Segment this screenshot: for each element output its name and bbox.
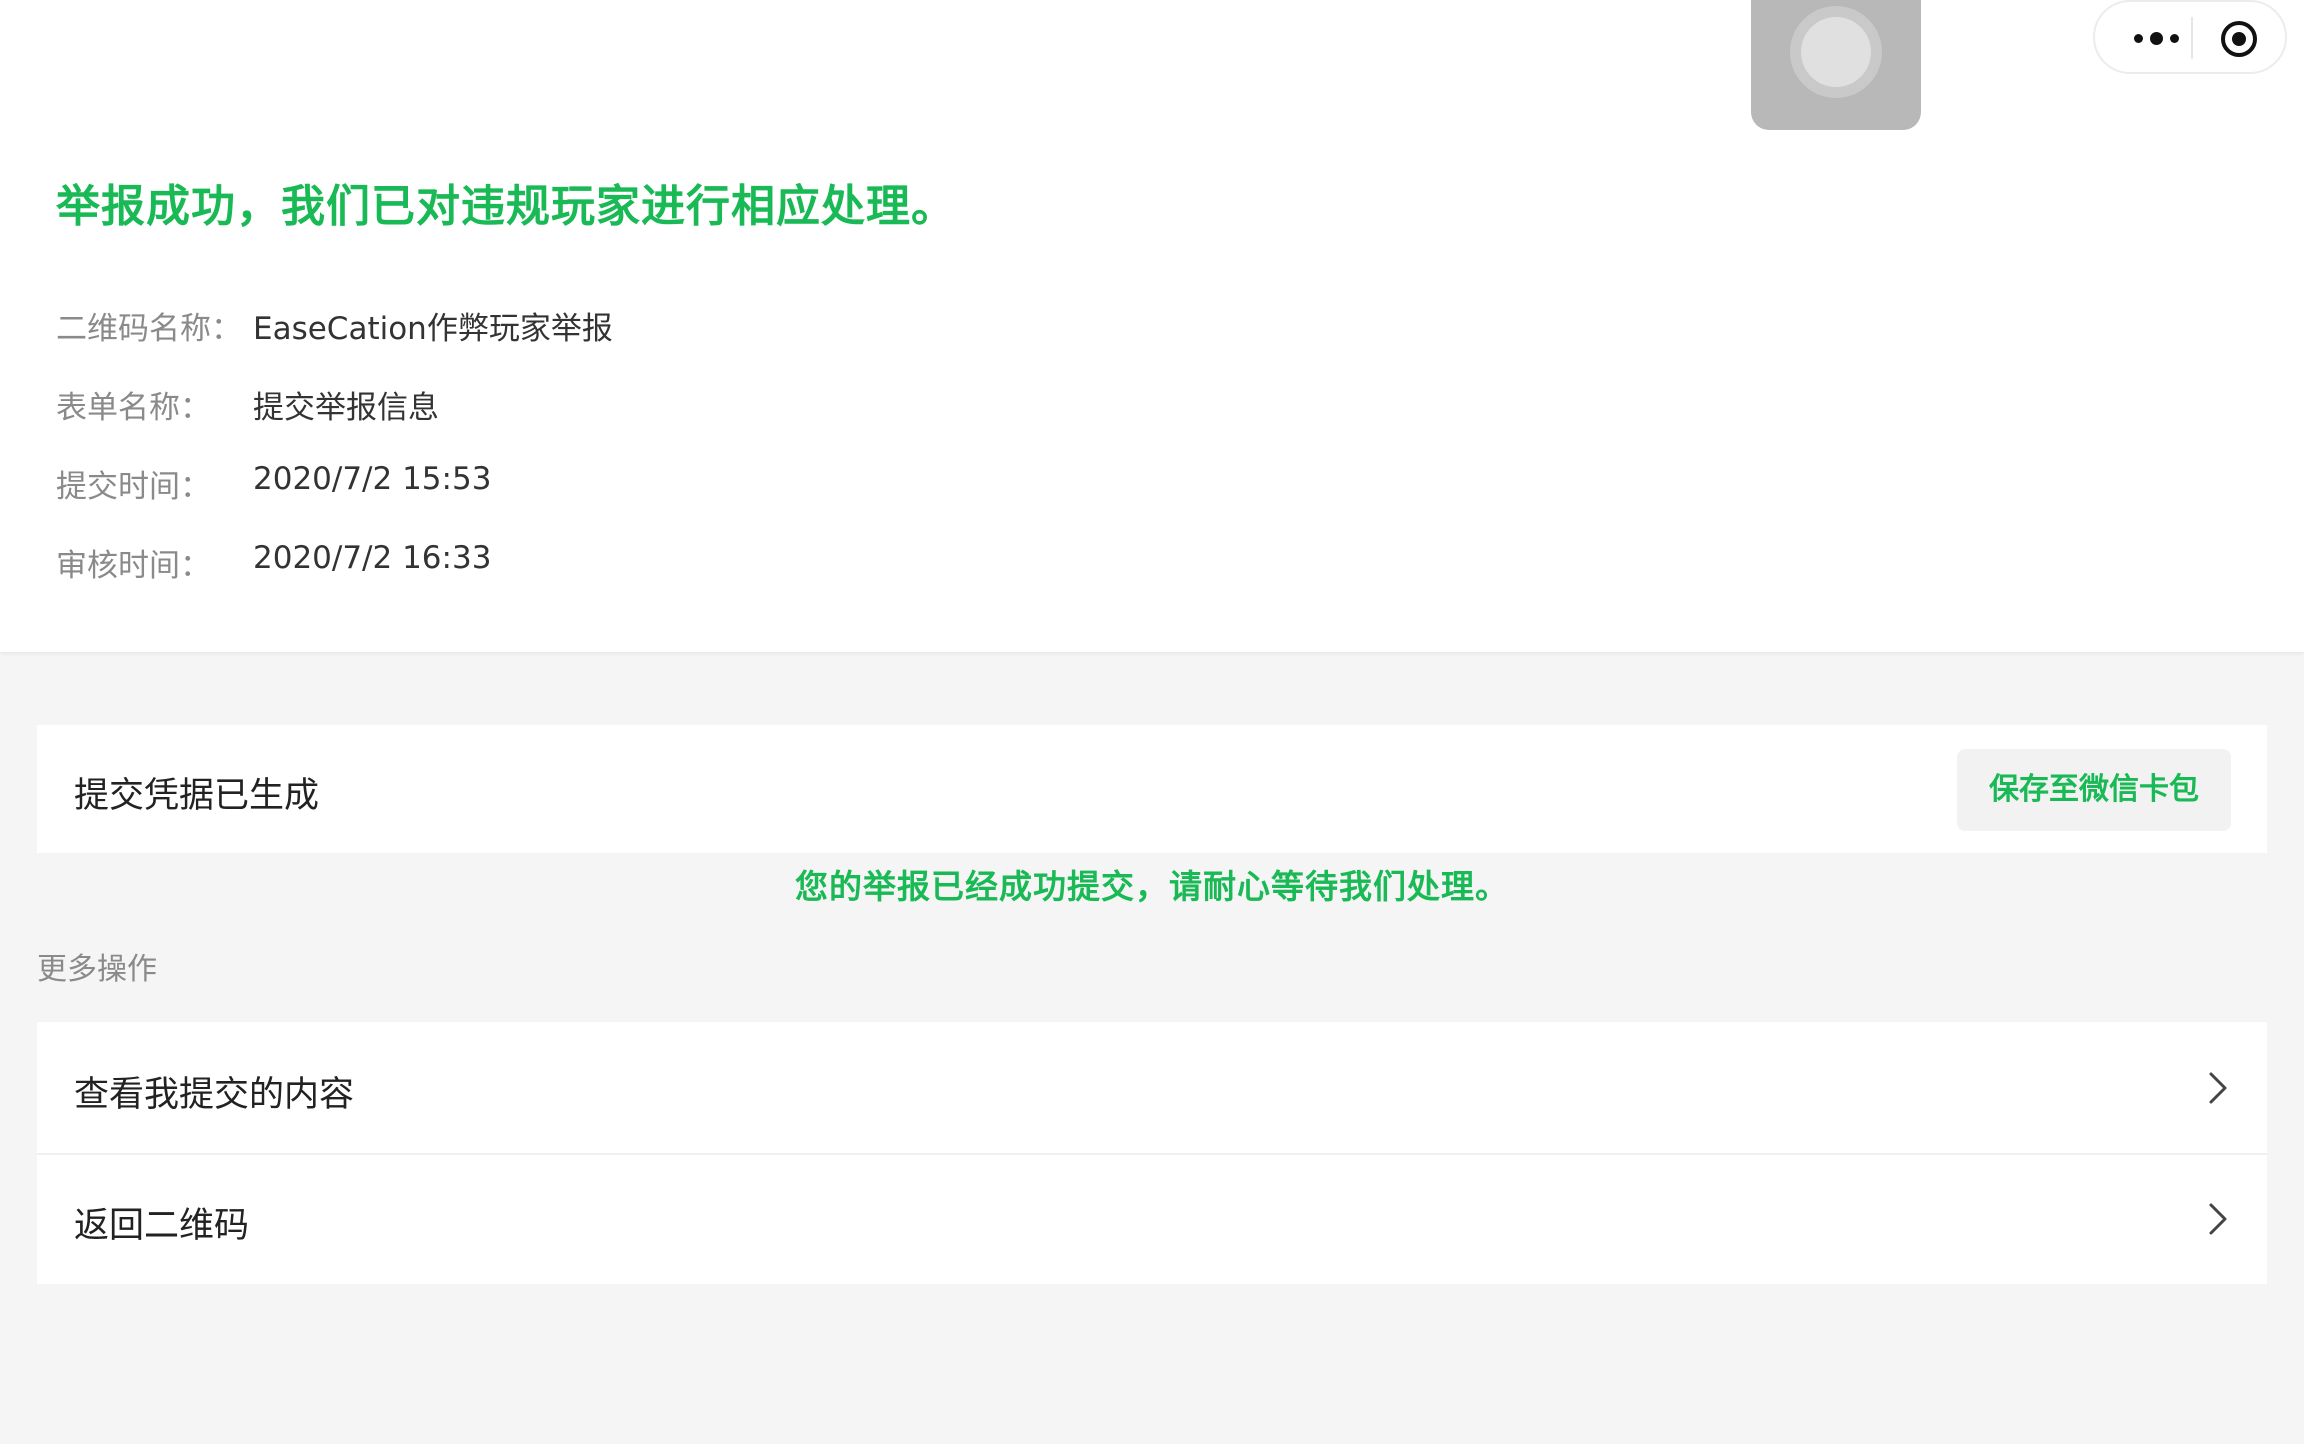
info-label: 提交时间： [56,469,211,505]
info-label: 审核时间： [56,548,211,584]
view-my-submission-item[interactable]: 查看我提交的内容 [37,1022,2267,1155]
more-actions-label: 更多操作 [37,952,157,987]
mini-program-capsule [2093,0,2287,74]
info-label: 表单名称： [56,390,211,426]
receipt-text: 提交凭据已生成 [74,776,320,816]
result-title: 举报成功，我们已对违规玩家进行相应处理。 [56,181,956,232]
info-label: 二维码名称： [56,311,242,347]
floating-button-dot [1801,17,1871,87]
submit-notice: 您的举报已经成功提交，请耐心等待我们处理。 [795,867,1509,906]
receipt-card: 提交凭据已生成 保存至微信卡包 [37,725,2267,853]
more-actions-list: 查看我提交的内容 返回二维码 [37,1022,2267,1284]
info-value: 2020/7/2 15:53 [253,461,492,497]
info-value: 提交举报信息 [253,390,439,426]
info-value: 2020/7/2 16:33 [253,540,492,576]
info-value: EaseCation作弊玩家举报 [253,311,613,347]
save-to-wechat-card-button[interactable]: 保存至微信卡包 [1957,749,2231,831]
capsule-divider [2191,17,2193,59]
close-target-icon[interactable] [2219,19,2259,59]
chevron-right-icon [2209,1072,2227,1104]
menu-item-label: 返回二维码 [74,1206,250,1246]
more-icon[interactable] [2123,20,2189,56]
back-to-qrcode-item[interactable]: 返回二维码 [37,1153,2267,1284]
chevron-right-icon [2209,1203,2227,1235]
floating-assistive-button[interactable] [1751,0,1921,130]
menu-item-label: 查看我提交的内容 [74,1075,355,1115]
